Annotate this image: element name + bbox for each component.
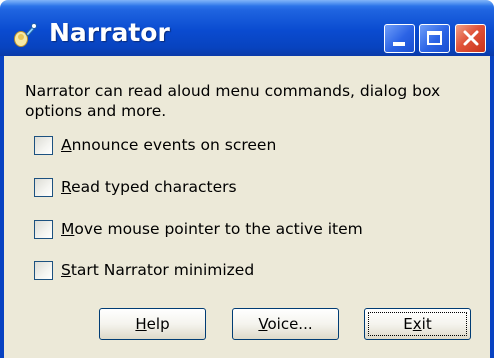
- exit-button[interactable]: Exit: [364, 308, 471, 340]
- narrator-icon: [14, 23, 37, 47]
- title-bar-highlight: [0, 0, 494, 6]
- window-frame-right: [490, 56, 494, 358]
- read-typed-characters-label[interactable]: Read typed characters: [61, 177, 237, 197]
- close-button[interactable]: [455, 24, 486, 53]
- start-minimized-label[interactable]: Start Narrator minimized: [61, 260, 254, 280]
- voice-button[interactable]: Voice...: [232, 308, 339, 340]
- focus-ring: [368, 312, 467, 336]
- start-minimized-checkbox[interactable]: [34, 261, 53, 280]
- announce-events-label[interactable]: Announce events on screen: [61, 135, 276, 155]
- title-bar[interactable]: Narrator: [0, 0, 494, 56]
- narrator-window: Narrator Narrator can read aloud menu co…: [0, 0, 494, 358]
- maximize-icon: [427, 31, 442, 45]
- minimize-icon: [393, 42, 405, 46]
- close-icon: [463, 30, 479, 46]
- window-title: Narrator: [49, 18, 170, 47]
- move-mouse-pointer-label[interactable]: Move mouse pointer to the active item: [61, 219, 363, 239]
- dialog-client-area: Narrator can read aloud menu commands, d…: [4, 56, 490, 358]
- help-button[interactable]: Help: [99, 308, 206, 340]
- description-text: Narrator can read aloud menu commands, d…: [25, 82, 441, 120]
- announce-events-checkbox[interactable]: [34, 136, 53, 155]
- minimize-button[interactable]: [384, 24, 415, 53]
- read-typed-characters-checkbox[interactable]: [34, 178, 53, 197]
- move-mouse-pointer-checkbox[interactable]: [34, 220, 53, 239]
- maximize-button[interactable]: [419, 24, 450, 53]
